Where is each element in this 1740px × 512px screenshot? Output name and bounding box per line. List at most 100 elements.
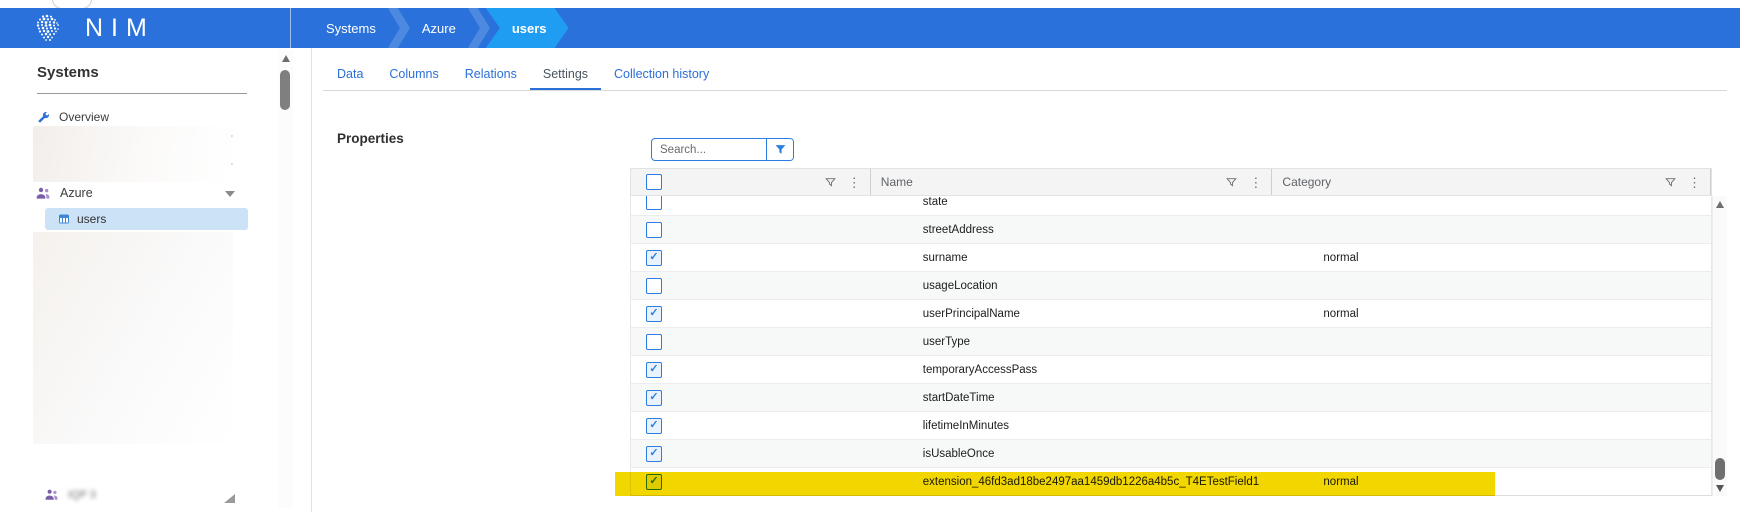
row-select-cell <box>631 278 871 294</box>
row-checkbox[interactable] <box>646 278 662 294</box>
row-checkbox[interactable] <box>646 222 662 238</box>
scrollbar-thumb[interactable] <box>280 70 290 110</box>
table-row[interactable]: userType <box>631 328 1711 356</box>
sidebar-item-azure[interactable]: Azure <box>35 186 93 200</box>
table-row[interactable]: ✓ userPrincipalName normal <box>631 300 1711 328</box>
tab-columns[interactable]: Columns <box>376 60 451 91</box>
property-name: state <box>923 196 948 208</box>
sidebar-scrollbar[interactable] <box>278 50 293 508</box>
row-select-cell <box>631 196 871 210</box>
brand-title: NIM <box>85 14 155 43</box>
row-checkbox[interactable]: ✓ <box>646 446 662 462</box>
scroll-down-icon[interactable] <box>1716 485 1724 492</box>
table-header-row: ⋮ Name ⋮ Category ⋮ <box>630 168 1712 196</box>
property-name: startDateTime <box>923 392 995 404</box>
tab-collection-history[interactable]: Collection history <box>601 60 722 91</box>
browser-tab-curve <box>52 0 92 8</box>
scrollbar-thumb[interactable] <box>1715 458 1725 480</box>
search-input[interactable] <box>652 139 766 160</box>
breadcrumb-azure[interactable]: Azure <box>420 8 458 48</box>
funnel-icon[interactable] <box>1225 176 1238 189</box>
row-checkbox[interactable] <box>646 196 662 210</box>
properties-label: Properties <box>337 131 404 146</box>
column-menu-icon[interactable]: ⋮ <box>1249 176 1262 189</box>
row-name-cell: usageLocation <box>871 280 1273 292</box>
row-select-cell: ✓ <box>631 306 871 322</box>
sidebar-item-users-selected[interactable]: users <box>45 208 248 230</box>
row-checkbox[interactable]: ✓ <box>646 362 662 378</box>
row-checkbox[interactable] <box>646 334 662 350</box>
table-row[interactable]: ✓ isUsableOnce <box>631 440 1711 468</box>
sidebar-item-bottom[interactable]: IQP 3 <box>44 488 96 501</box>
row-name-cell: streetAddress <box>871 224 1273 236</box>
app-header: NIM Systems Azure users <box>0 8 1740 48</box>
tabs-baseline <box>323 90 1727 91</box>
funnel-icon[interactable] <box>824 176 837 189</box>
tab-relations[interactable]: Relations <box>452 60 530 91</box>
table-row-highlighted[interactable]: ✓ extension_46fd3ad18be2497aa1459db1226a… <box>631 468 1711 496</box>
property-name: temporaryAccessPass <box>923 364 1037 376</box>
table-row[interactable]: ✓ temporaryAccessPass <box>631 356 1711 384</box>
sidebar-main-divider <box>311 48 312 512</box>
table-row[interactable]: state <box>631 196 1711 216</box>
column-menu-icon[interactable]: ⋮ <box>1688 176 1701 189</box>
sidebar-item-label: Azure <box>60 186 93 200</box>
row-name-cell: startDateTime <box>871 392 1273 404</box>
funnel-icon[interactable] <box>1664 176 1677 189</box>
tab-data[interactable]: Data <box>324 60 376 91</box>
sidebar-item-label: Overview <box>59 110 109 124</box>
people-icon <box>35 186 51 200</box>
sidebar-item-label: users <box>77 212 106 226</box>
properties-table: ⋮ Name ⋮ Category ⋮ <box>630 168 1712 496</box>
property-name: surname <box>923 252 968 264</box>
row-checkbox[interactable]: ✓ <box>646 390 662 406</box>
property-category: normal <box>1323 252 1358 264</box>
nim-logo-icon <box>33 13 63 43</box>
row-category-cell: normal <box>1272 476 1711 488</box>
property-name: isUsableOnce <box>923 448 995 460</box>
row-checkbox[interactable]: ✓ <box>646 474 662 490</box>
breadcrumb-systems[interactable]: Systems <box>324 8 378 48</box>
row-select-cell <box>631 222 871 238</box>
row-name-cell: temporaryAccessPass <box>871 364 1273 376</box>
collapse-caret-icon[interactable] <box>225 191 235 197</box>
search-box <box>651 138 794 161</box>
row-checkbox[interactable]: ✓ <box>646 418 662 434</box>
filter-button[interactable] <box>766 139 793 160</box>
row-select-cell: ✓ <box>631 474 871 490</box>
header-cell-name: Name ⋮ <box>871 169 1273 195</box>
row-checkbox[interactable]: ✓ <box>646 306 662 322</box>
table-body: state streetAddress ✓ surname normal usa… <box>630 196 1712 496</box>
property-category: normal <box>1323 476 1358 488</box>
scroll-up-icon[interactable] <box>1716 201 1724 208</box>
table-row[interactable]: ✓ lifetimeInMinutes <box>631 412 1711 440</box>
row-name-cell: lifetimeInMinutes <box>871 420 1273 432</box>
select-all-checkbox[interactable] <box>646 174 662 190</box>
row-name-cell: userPrincipalName <box>871 308 1273 320</box>
logo-area[interactable]: NIM <box>0 8 291 48</box>
table-scrollbar[interactable] <box>1712 196 1727 496</box>
chevron-right-icon <box>388 8 410 48</box>
table-row[interactable]: ✓ startDateTime <box>631 384 1711 412</box>
sidebar-item-label-blurred: IQP 3 <box>68 489 96 501</box>
row-name-cell: surname <box>871 252 1273 264</box>
blur-artifact: ' <box>231 162 233 173</box>
breadcrumb-users-active[interactable]: users <box>486 8 569 48</box>
collapse-wedge-icon[interactable] <box>224 494 235 503</box>
row-select-cell: ✓ <box>631 362 871 378</box>
sidebar-divider <box>37 93 247 94</box>
scroll-up-icon[interactable] <box>282 55 290 62</box>
table-row[interactable]: streetAddress <box>631 216 1711 244</box>
table-row[interactable]: ✓ surname normal <box>631 244 1711 272</box>
blurred-content-block <box>33 232 233 444</box>
column-menu-icon[interactable]: ⋮ <box>848 176 861 189</box>
name-column-header: Name <box>881 175 913 189</box>
blurred-content-block <box>33 126 233 182</box>
browser-strip <box>0 0 1740 8</box>
row-checkbox[interactable]: ✓ <box>646 250 662 266</box>
row-select-cell: ✓ <box>631 250 871 266</box>
sidebar-item-overview[interactable]: Overview <box>37 110 109 124</box>
table-row[interactable]: usageLocation <box>631 272 1711 300</box>
chevron-right-icon <box>468 8 490 48</box>
tab-settings[interactable]: Settings <box>530 60 601 91</box>
